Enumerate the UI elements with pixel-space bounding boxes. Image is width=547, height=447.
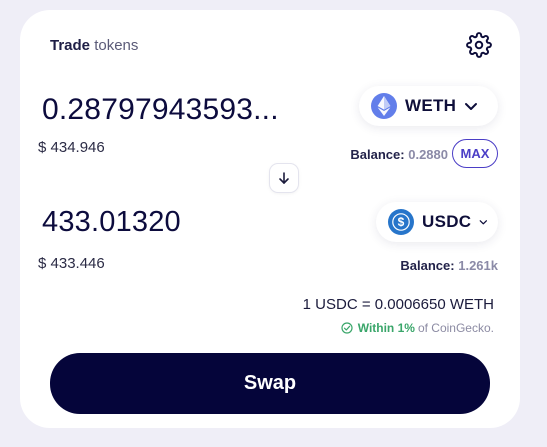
price-source-note: Within 1% of CoinGecko. [341,321,494,335]
arrow-down-icon [279,172,289,184]
within-label: Within 1% [357,321,415,335]
from-token-selector[interactable]: WETH [359,86,498,126]
trade-card: Trade tokens 0.28797943593... $ 434.946 … [20,10,520,428]
swap-button[interactable]: Swap [50,353,490,414]
to-balance: Balance: 1.261k [400,258,498,273]
title-light: tokens [94,37,139,54]
to-token-selector[interactable]: $ USDC [376,202,498,242]
to-usd-value: $ 433.446 [38,255,105,272]
from-amount-input[interactable]: 0.28797943593... [42,93,279,127]
to-balance-value: 1.261k [458,258,498,273]
title-strong: Trade [50,37,91,54]
ethereum-icon [371,93,397,119]
from-usd-value: $ 434.946 [38,139,105,156]
to-token-name: USDC [422,212,472,231]
chevron-down-icon [479,220,488,225]
from-token-name: WETH [405,96,457,115]
card-title: Trade tokens [50,37,138,54]
from-balance-label: Balance: [350,147,405,162]
to-balance-label: Balance: [400,258,455,273]
to-amount-input[interactable]: 433.01320 [42,206,181,239]
check-circle-icon [341,322,353,334]
gear-icon[interactable] [466,32,492,58]
chevron-down-icon [465,103,478,110]
usdc-icon: $ [388,209,414,235]
from-balance-value: 0.2880 [408,147,448,162]
exchange-rate: 1 USDC = 0.0006650 WETH [302,296,494,313]
from-balance: Balance: 0.2880 [350,147,448,162]
svg-text:$: $ [398,215,405,229]
source-text: of CoinGecko. [417,321,494,335]
switch-tokens-button[interactable] [270,164,298,192]
max-button[interactable]: MAX [452,139,498,168]
